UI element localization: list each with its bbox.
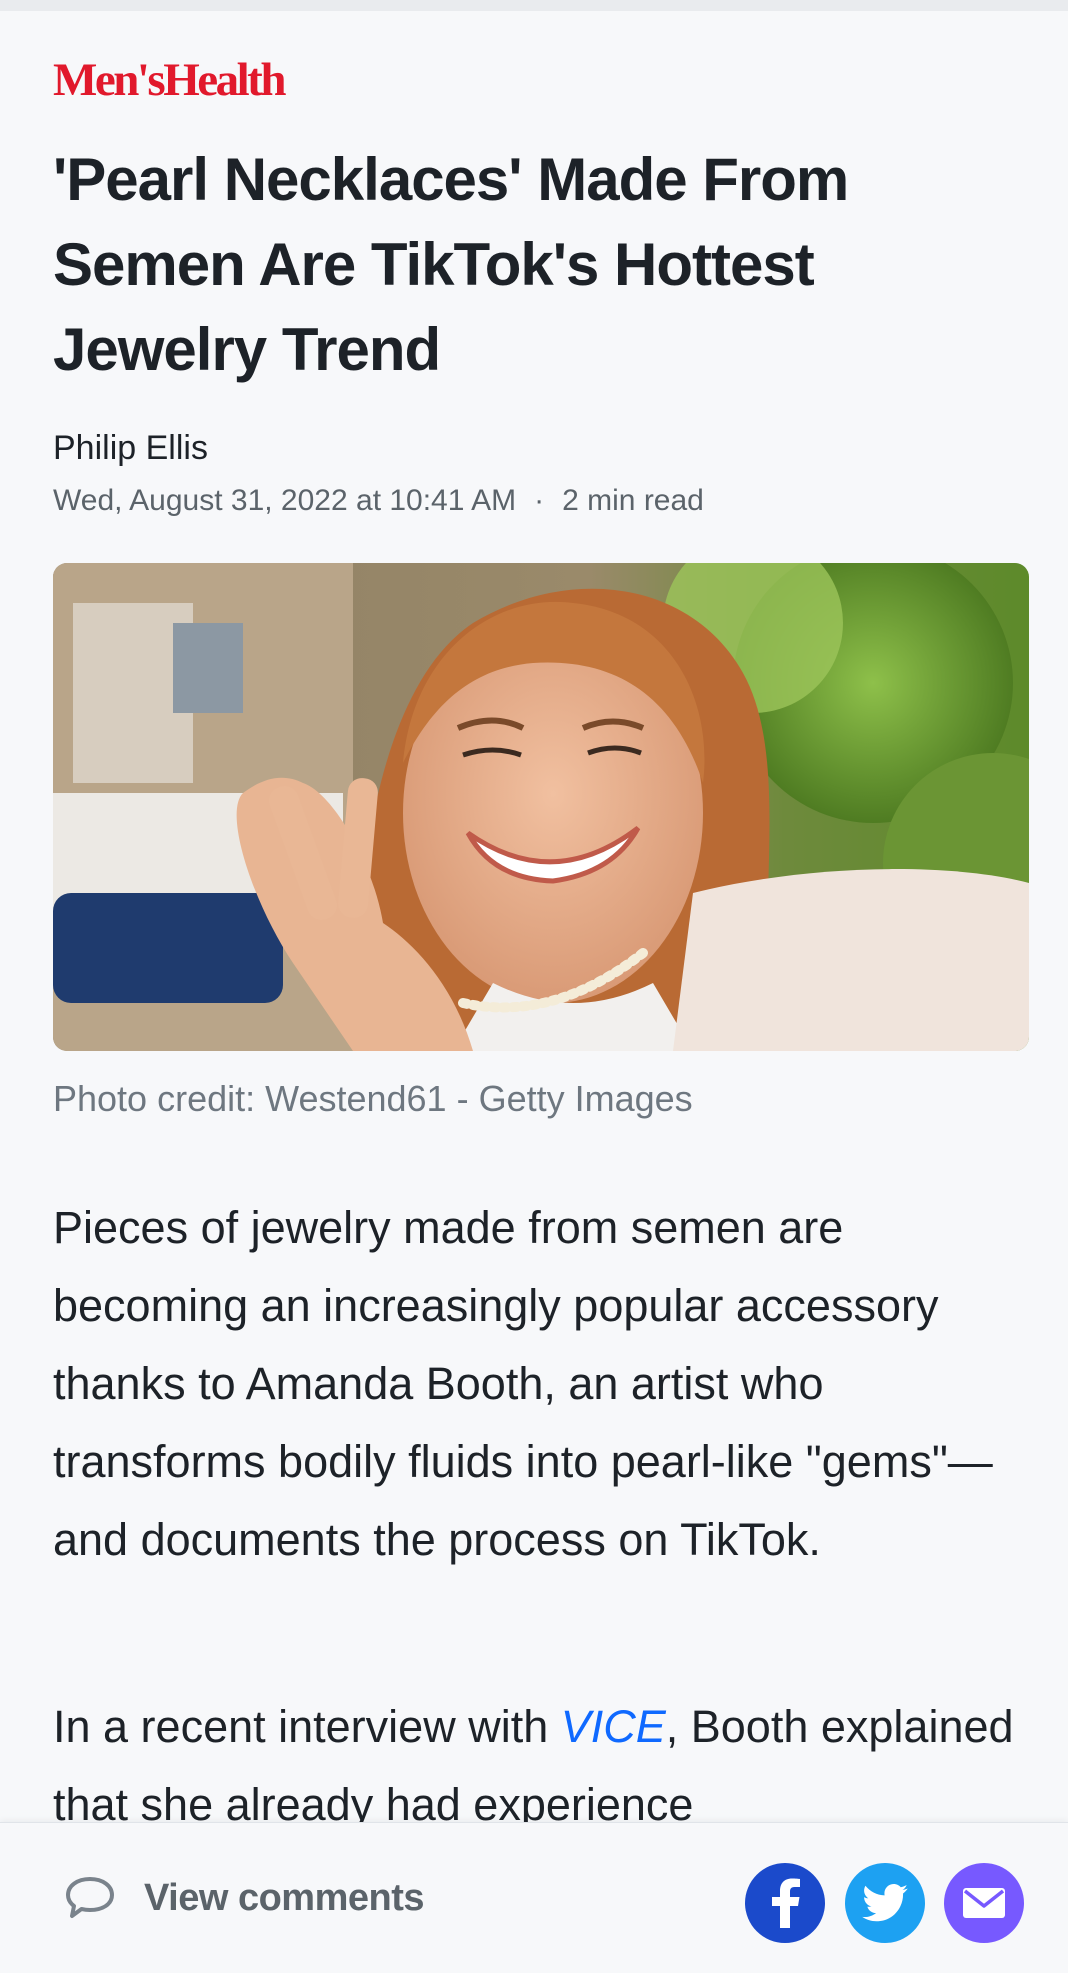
share-twitter-button[interactable] <box>845 1863 925 1943</box>
share-email-button[interactable] <box>944 1863 1024 1943</box>
view-comments-label: View comments <box>144 1876 425 1919</box>
article-paragraph: In a recent interview with VICE, Booth e… <box>53 1688 1028 1844</box>
article-paragraph: Pieces of jewelry made from semen are be… <box>53 1202 993 1565</box>
hero-image[interactable] <box>53 563 1029 1051</box>
meta-separator: · <box>534 484 545 517</box>
status-strip <box>0 0 1068 11</box>
article-title: 'Pearl Necklaces' Made From Semen Are Ti… <box>53 146 849 383</box>
view-comments-button[interactable]: View comments <box>64 1875 425 1921</box>
brand-logo[interactable]: Men'sHealth <box>53 57 286 104</box>
read-time: 2 min read <box>562 484 704 517</box>
facebook-icon <box>772 1878 800 1928</box>
paragraph-text: In a recent interview with <box>53 1701 561 1752</box>
bottom-action-bar: View comments <box>0 1822 1068 1973</box>
twitter-icon <box>862 1884 908 1922</box>
publish-date: Wed, August 31, 2022 at 10:41 AM <box>53 484 517 517</box>
share-facebook-button[interactable] <box>745 1863 825 1943</box>
photo-credit: Photo credit: Westend61 - Getty Images <box>53 1078 693 1119</box>
article-meta: Wed, August 31, 2022 at 10:41 AM · 2 min r… <box>53 484 704 518</box>
vice-link[interactable]: VICE <box>561 1701 666 1752</box>
author-name[interactable]: Philip Ellis <box>53 429 208 468</box>
mail-icon <box>963 1888 1005 1918</box>
speech-bubble-icon <box>66 1877 114 1918</box>
